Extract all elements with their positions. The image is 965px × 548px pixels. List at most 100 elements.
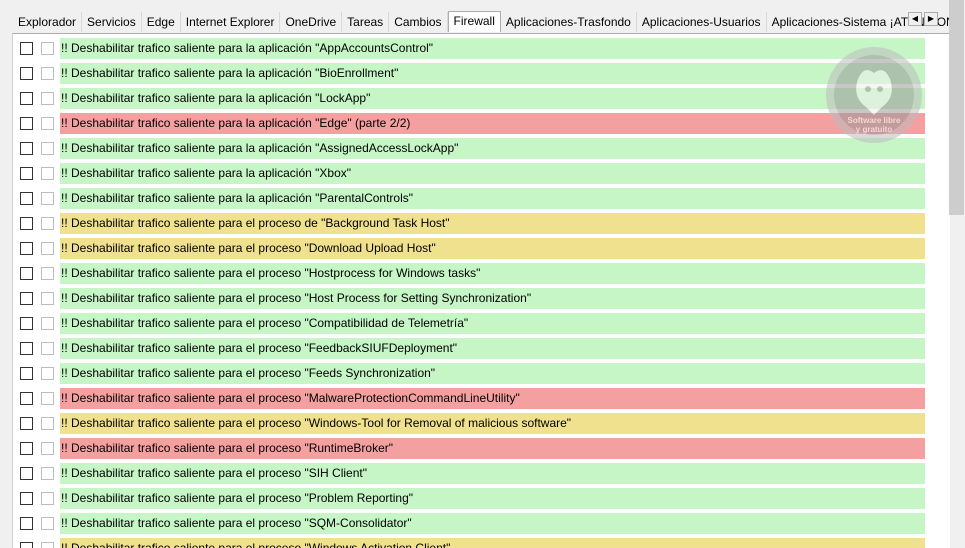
rule-secondary-checkbox[interactable] bbox=[41, 367, 54, 380]
rule-secondary-checkbox[interactable] bbox=[41, 442, 54, 455]
rule-secondary-checkbox[interactable] bbox=[41, 117, 54, 130]
rule-label[interactable]: !! Deshabilitar trafico saliente para el… bbox=[60, 338, 925, 359]
rule-row: !! Deshabilitar trafico saliente para el… bbox=[13, 211, 951, 236]
rule-label[interactable]: !! Deshabilitar trafico saliente para el… bbox=[60, 513, 925, 534]
tab-internet-explorer[interactable]: Internet Explorer bbox=[181, 12, 281, 32]
rule-enable-checkbox[interactable] bbox=[20, 342, 33, 355]
rule-enable-checkbox[interactable] bbox=[20, 417, 33, 430]
rule-enable-checkbox[interactable] bbox=[20, 117, 33, 130]
rule-label[interactable]: !! Deshabilitar trafico saliente para la… bbox=[60, 38, 925, 59]
rule-label[interactable]: !! Deshabilitar trafico saliente para el… bbox=[60, 363, 925, 384]
rule-enable-checkbox[interactable] bbox=[20, 492, 33, 505]
rule-enable-checkbox[interactable] bbox=[20, 517, 33, 530]
rule-label[interactable]: !! Deshabilitar trafico saliente para la… bbox=[60, 63, 925, 84]
arrow-left-icon[interactable]: ◀ bbox=[908, 12, 922, 26]
rule-row: !! Deshabilitar trafico saliente para el… bbox=[13, 461, 951, 486]
rule-label[interactable]: !! Deshabilitar trafico saliente para el… bbox=[60, 213, 925, 234]
rule-row: !! Deshabilitar trafico saliente para el… bbox=[13, 261, 951, 286]
tab-servicios[interactable]: Servicios bbox=[82, 12, 142, 32]
rule-row: !! Deshabilitar trafico saliente para el… bbox=[13, 386, 951, 411]
rule-secondary-checkbox[interactable] bbox=[41, 517, 54, 530]
rule-enable-checkbox[interactable] bbox=[20, 467, 33, 480]
tab-cambios[interactable]: Cambios bbox=[389, 12, 448, 32]
tab-edge[interactable]: Edge bbox=[142, 12, 181, 32]
rule-secondary-checkbox[interactable] bbox=[41, 217, 54, 230]
rule-row: !! Deshabilitar trafico saliente para el… bbox=[13, 486, 951, 511]
tab-explorador[interactable]: Explorador bbox=[13, 12, 83, 32]
firewall-rules-list: !! Deshabilitar trafico saliente para la… bbox=[12, 33, 951, 548]
rule-enable-checkbox[interactable] bbox=[20, 167, 33, 180]
rule-row: !! Deshabilitar trafico saliente para la… bbox=[13, 111, 951, 136]
rule-row: !! Deshabilitar trafico saliente para la… bbox=[13, 186, 951, 211]
rule-secondary-checkbox[interactable] bbox=[41, 542, 54, 548]
rule-row: !! Deshabilitar trafico saliente para la… bbox=[13, 36, 951, 61]
rule-label[interactable]: !! Deshabilitar trafico saliente para la… bbox=[60, 188, 925, 209]
rule-secondary-checkbox[interactable] bbox=[41, 267, 54, 280]
tab-strip: Explorador Servicios Edge Internet Explorer… bbox=[13, 11, 965, 32]
rule-secondary-checkbox[interactable] bbox=[41, 317, 54, 330]
rule-label[interactable]: !! Deshabilitar trafico saliente para el… bbox=[60, 313, 925, 334]
tab-firewall[interactable]: Firewall bbox=[447, 11, 501, 32]
rule-label[interactable]: !! Deshabilitar trafico saliente para el… bbox=[60, 263, 925, 284]
scrollbar-thumb[interactable] bbox=[949, 0, 964, 215]
arrow-right-icon[interactable]: ▶ bbox=[924, 12, 938, 26]
rule-row: !! Deshabilitar trafico saliente para el… bbox=[13, 536, 951, 548]
rule-label[interactable]: !! Deshabilitar trafico saliente para el… bbox=[60, 413, 925, 434]
rule-secondary-checkbox[interactable] bbox=[41, 342, 54, 355]
rule-secondary-checkbox[interactable] bbox=[41, 142, 54, 155]
tab-onedrive[interactable]: OneDrive bbox=[280, 12, 343, 32]
rule-enable-checkbox[interactable] bbox=[20, 442, 33, 455]
rule-label[interactable]: !! Deshabilitar trafico saliente para el… bbox=[60, 463, 925, 484]
rule-secondary-checkbox[interactable] bbox=[41, 167, 54, 180]
rule-row: !! Deshabilitar trafico saliente para el… bbox=[13, 411, 951, 436]
rule-secondary-checkbox[interactable] bbox=[41, 392, 54, 405]
rule-enable-checkbox[interactable] bbox=[20, 142, 33, 155]
rule-enable-checkbox[interactable] bbox=[20, 92, 33, 105]
tab-aplicaciones-trasfondo[interactable]: Aplicaciones-Trasfondo bbox=[501, 12, 637, 32]
rule-row: !! Deshabilitar trafico saliente para la… bbox=[13, 61, 951, 86]
rule-enable-checkbox[interactable] bbox=[20, 392, 33, 405]
rule-secondary-checkbox[interactable] bbox=[41, 42, 54, 55]
rule-label[interactable]: !! Deshabilitar trafico saliente para el… bbox=[60, 388, 925, 409]
rule-enable-checkbox[interactable] bbox=[20, 542, 33, 548]
tab-tareas[interactable]: Tareas bbox=[342, 12, 390, 32]
rule-row: !! Deshabilitar trafico saliente para el… bbox=[13, 336, 951, 361]
rule-enable-checkbox[interactable] bbox=[20, 317, 33, 330]
rule-label[interactable]: !! Deshabilitar trafico saliente para la… bbox=[60, 138, 925, 159]
rule-label[interactable]: !! Deshabilitar trafico saliente para el… bbox=[60, 438, 925, 459]
tab-aplicaciones-usuarios[interactable]: Aplicaciones-Usuarios bbox=[637, 12, 767, 32]
rule-secondary-checkbox[interactable] bbox=[41, 242, 54, 255]
rule-enable-checkbox[interactable] bbox=[20, 367, 33, 380]
rule-enable-checkbox[interactable] bbox=[20, 267, 33, 280]
rule-row: !! Deshabilitar trafico saliente para el… bbox=[13, 311, 951, 336]
rule-enable-checkbox[interactable] bbox=[20, 217, 33, 230]
rule-secondary-checkbox[interactable] bbox=[41, 292, 54, 305]
rule-row: !! Deshabilitar trafico saliente para el… bbox=[13, 361, 951, 386]
rule-row: !! Deshabilitar trafico saliente para la… bbox=[13, 136, 951, 161]
tab-scroll-buttons: ◀ ▶ bbox=[908, 12, 940, 26]
rule-enable-checkbox[interactable] bbox=[20, 67, 33, 80]
rule-row: !! Deshabilitar trafico saliente para el… bbox=[13, 236, 951, 261]
rule-label[interactable]: !! Deshabilitar trafico saliente para la… bbox=[60, 88, 925, 109]
app-window: Explorador Servicios Edge Internet Explorer… bbox=[0, 0, 965, 548]
rule-enable-checkbox[interactable] bbox=[20, 242, 33, 255]
rule-secondary-checkbox[interactable] bbox=[41, 192, 54, 205]
rule-label[interactable]: !! Deshabilitar trafico saliente para el… bbox=[60, 538, 925, 548]
rule-enable-checkbox[interactable] bbox=[20, 192, 33, 205]
rule-secondary-checkbox[interactable] bbox=[41, 92, 54, 105]
rule-label[interactable]: !! Deshabilitar trafico saliente para la… bbox=[60, 113, 925, 134]
rule-secondary-checkbox[interactable] bbox=[41, 67, 54, 80]
rule-secondary-checkbox[interactable] bbox=[41, 467, 54, 480]
rule-label[interactable]: !! Deshabilitar trafico saliente para el… bbox=[60, 488, 925, 509]
rule-secondary-checkbox[interactable] bbox=[41, 492, 54, 505]
rule-row: !! Deshabilitar trafico saliente para el… bbox=[13, 511, 951, 536]
rule-label[interactable]: !! Deshabilitar trafico saliente para el… bbox=[60, 288, 925, 309]
rule-row: !! Deshabilitar trafico saliente para la… bbox=[13, 161, 951, 186]
rule-label[interactable]: !! Deshabilitar trafico saliente para el… bbox=[60, 238, 925, 259]
rule-secondary-checkbox[interactable] bbox=[41, 417, 54, 430]
rule-enable-checkbox[interactable] bbox=[20, 42, 33, 55]
tab-bar: Explorador Servicios Edge Internet Explorer… bbox=[0, 0, 965, 33]
rule-enable-checkbox[interactable] bbox=[20, 292, 33, 305]
rule-row: !! Deshabilitar trafico saliente para el… bbox=[13, 286, 951, 311]
rule-label[interactable]: !! Deshabilitar trafico saliente para la… bbox=[60, 163, 925, 184]
